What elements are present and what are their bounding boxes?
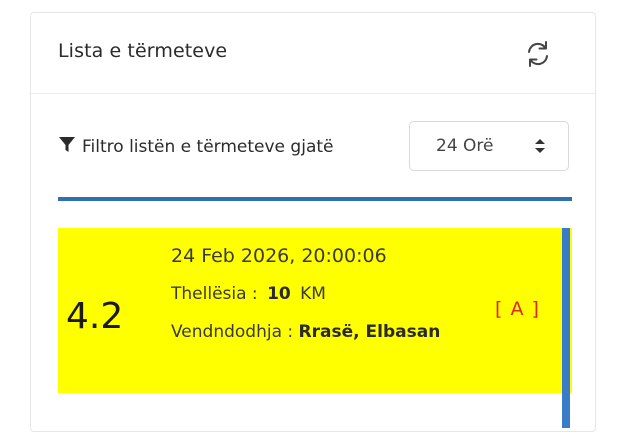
list-scrollbar[interactable]: [562, 228, 570, 428]
depth-row: Thellësia : 10 KM: [171, 284, 326, 304]
depth-value: 10: [267, 284, 291, 304]
time-range-select[interactable]: 24 Orë: [409, 121, 569, 171]
refresh-button[interactable]: [521, 37, 555, 71]
refresh-icon: [528, 41, 548, 67]
panel-header: Lista e tërmeteve: [31, 13, 595, 94]
depth-label: Thellësia :: [171, 284, 258, 304]
filter-label-text: Filtro listën e tërmeteve gjatë: [82, 137, 334, 157]
select-caret-icon: [535, 139, 545, 153]
location-label: Vendndodhja :: [171, 322, 294, 342]
location-row: Vendndodhja : Rrasë, Elbasan: [171, 319, 471, 346]
event-datetime: 24 Feb 2026, 20:00:06: [171, 245, 387, 267]
filter-row: Filtro listën e tërmeteve gjatë 24 Orë: [58, 120, 572, 174]
panel-title: Lista e tërmeteve: [58, 40, 228, 62]
earthquake-list-panel: Lista e tërmeteve Filtro listën e tërmet…: [30, 12, 596, 432]
earthquake-list-item[interactable]: 4.2 24 Feb 2026, 20:00:06 Thellësia : 10…: [58, 228, 572, 393]
location-value: Rrasë, Elbasan: [298, 322, 441, 342]
magnitude-value: 4.2: [66, 296, 124, 337]
list-divider: [58, 197, 572, 201]
filter-icon: [59, 137, 75, 152]
time-range-value: 24 Orë: [436, 136, 494, 156]
depth-unit: KM: [300, 284, 326, 304]
filter-label: Filtro listën e tërmeteve gjatë: [58, 136, 333, 157]
quality-badge: [ A ]: [495, 298, 540, 320]
